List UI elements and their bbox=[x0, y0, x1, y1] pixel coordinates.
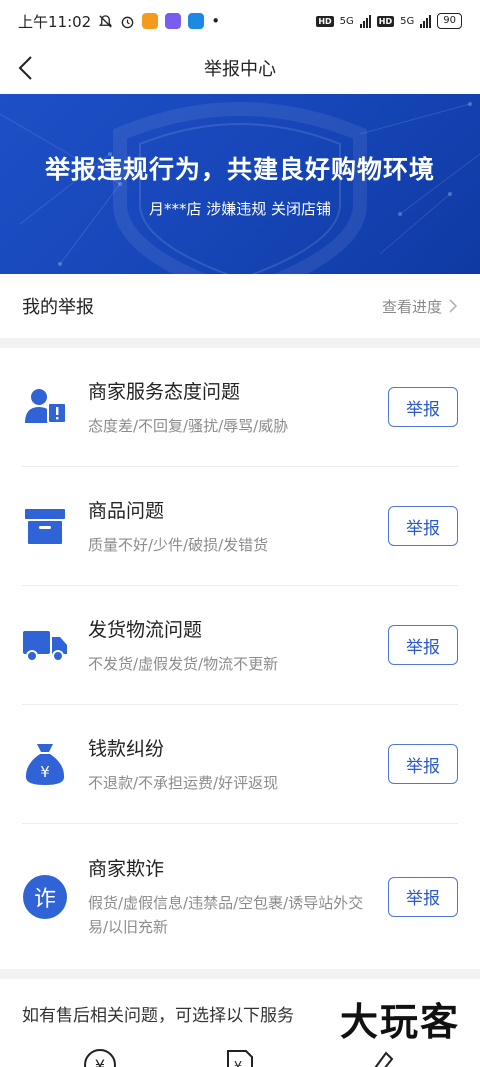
svg-text:¥: ¥ bbox=[95, 1056, 105, 1067]
category-desc: 质量不好/少件/破损/发错货 bbox=[88, 535, 269, 554]
view-progress-label: 查看进度 bbox=[381, 297, 442, 316]
report-button[interactable]: 举报 bbox=[388, 876, 458, 917]
category-title: 钱款纠纷 bbox=[88, 737, 165, 760]
back-arrow-icon[interactable] bbox=[14, 54, 42, 82]
signal-icon bbox=[420, 14, 432, 28]
my-report-title: 我的举报 bbox=[22, 297, 94, 318]
user-alert-icon bbox=[22, 384, 68, 430]
app-notification-icon bbox=[188, 13, 205, 29]
chevron-right-icon bbox=[449, 299, 458, 313]
network-type: 5G bbox=[400, 15, 415, 27]
after-sale-section: 如有售后相关问题，可选择以下服务 大玩客 ¥ ¥ bbox=[0, 979, 480, 1067]
category-desc: 不退款/不承担运费/好评返现 bbox=[88, 773, 279, 792]
list-item: 诈 商家欺诈 假货/虚假信息/违禁品/空包裹/诱导站外交易/以旧充新 举报 bbox=[22, 824, 458, 969]
fraud-icon: 诈 bbox=[22, 874, 68, 920]
report-button[interactable]: 举报 bbox=[388, 387, 458, 427]
edit-icon[interactable] bbox=[362, 1047, 398, 1067]
battery-level: 90 bbox=[443, 15, 456, 26]
report-category-list: 商家服务态度问题 态度差/不回复/骚扰/辱骂/威胁 举报 商品问题 质量不好/少… bbox=[0, 348, 480, 969]
app-notification-icon bbox=[165, 13, 182, 29]
money-bag-icon: ¥ bbox=[22, 741, 68, 787]
mute-bell-icon bbox=[99, 14, 113, 28]
category-title: 发货物流问题 bbox=[88, 618, 203, 641]
list-item: 商品问题 质量不好/少件/破损/发错货 举报 bbox=[22, 467, 458, 586]
truck-icon bbox=[22, 622, 68, 668]
category-title: 商家欺诈 bbox=[88, 858, 165, 880]
service-icons: ¥ ¥ bbox=[0, 1047, 480, 1067]
status-time: 上午11:02 bbox=[18, 12, 92, 31]
category-desc: 态度差/不回复/骚扰/辱骂/威胁 bbox=[88, 416, 289, 435]
more-dot-icon: • bbox=[211, 12, 221, 30]
network-type: 5G bbox=[339, 15, 354, 27]
view-progress-link[interactable]: 查看进度 bbox=[382, 296, 458, 317]
my-report-row[interactable]: 我的举报 查看进度 bbox=[0, 274, 480, 338]
list-item: 发货物流问题 不发货/虚假发货/物流不更新 举报 bbox=[22, 586, 458, 705]
fraud-icon-badge: 诈 bbox=[23, 874, 67, 919]
banner-subtitle: 月***店 涉嫌违规 关闭店铺 bbox=[148, 200, 332, 218]
refund-icon[interactable]: ¥ bbox=[82, 1047, 118, 1067]
report-button[interactable]: 举报 bbox=[388, 744, 458, 784]
category-desc: 假货/虚假信息/违禁品/空包裹/诱导站外交易/以旧充新 bbox=[88, 894, 364, 936]
nav-bar: 举报中心 bbox=[0, 42, 480, 94]
page-title: 举报中心 bbox=[204, 59, 276, 80]
list-item: ¥ 钱款纠纷 不退款/不承担运费/好评返现 举报 bbox=[22, 705, 458, 824]
category-desc: 不发货/虚假发货/物流不更新 bbox=[88, 654, 279, 673]
box-icon bbox=[22, 503, 68, 549]
hd-icon: HD bbox=[376, 15, 395, 27]
invoice-icon[interactable]: ¥ bbox=[222, 1047, 258, 1067]
app-notification-icon bbox=[142, 13, 159, 29]
svg-text:¥: ¥ bbox=[40, 763, 50, 781]
status-bar: 上午11:02 • HD 5G HD 5G 90 bbox=[0, 0, 480, 42]
signal-icon bbox=[359, 14, 371, 28]
banner-title: 举报违规行为，共建良好购物环境 bbox=[44, 155, 435, 184]
category-title: 商品问题 bbox=[88, 499, 165, 522]
category-title: 商家服务态度问题 bbox=[88, 380, 241, 403]
battery-icon: 90 bbox=[437, 13, 462, 29]
svg-text:¥: ¥ bbox=[234, 1060, 242, 1067]
report-button[interactable]: 举报 bbox=[388, 625, 458, 665]
alarm-icon bbox=[121, 16, 134, 28]
watermark: 大玩客 bbox=[339, 1000, 460, 1044]
list-item: 商家服务态度问题 态度差/不回复/骚扰/辱骂/威胁 举报 bbox=[22, 348, 458, 467]
hd-icon: HD bbox=[316, 15, 334, 27]
report-button[interactable]: 举报 bbox=[388, 506, 458, 546]
hero-banner: 举报违规行为，共建良好购物环境 月***店 涉嫌违规 关闭店铺 bbox=[0, 94, 480, 274]
